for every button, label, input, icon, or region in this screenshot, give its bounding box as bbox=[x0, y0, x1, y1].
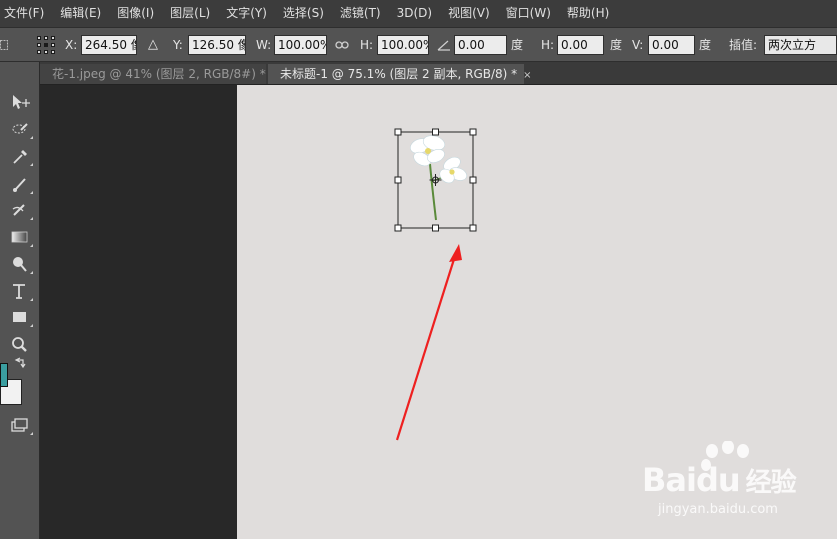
height-field[interactable]: 100.00% bbox=[377, 35, 429, 55]
screen-mode-tool-icon[interactable] bbox=[9, 415, 33, 435]
quick-selection-tool-icon[interactable] bbox=[9, 119, 33, 139]
tools-panel bbox=[0, 62, 40, 539]
x-label: X: bbox=[65, 37, 78, 52]
flower-stem bbox=[429, 163, 437, 221]
menu-3d[interactable]: 3D(D) bbox=[389, 0, 440, 27]
y-label: Y: bbox=[173, 37, 183, 52]
foreground-color-swatch[interactable] bbox=[0, 363, 8, 387]
rectangle-tool-icon[interactable] bbox=[9, 307, 33, 327]
link-icon[interactable] bbox=[335, 28, 349, 61]
interpolation-label: 插值: bbox=[729, 38, 758, 52]
brush-tool-icon[interactable] bbox=[9, 174, 33, 194]
delta-icon[interactable]: △ bbox=[148, 28, 158, 61]
menu-help[interactable]: 帮助(H) bbox=[559, 0, 617, 27]
dodge-tool-icon[interactable] bbox=[9, 254, 33, 274]
x-field[interactable]: 264.50 像素 bbox=[81, 35, 137, 55]
menu-edit[interactable]: 编辑(E) bbox=[52, 0, 109, 27]
hskew-label: H: bbox=[541, 37, 555, 52]
hskew-field[interactable]: 0.00 bbox=[557, 35, 604, 55]
gradient-tool-icon[interactable] bbox=[9, 227, 33, 247]
angle-field[interactable]: 0.00 bbox=[454, 35, 507, 55]
menu-view[interactable]: 视图(V) bbox=[440, 0, 498, 27]
zoom-tool-icon[interactable] bbox=[9, 335, 31, 355]
baidu-watermark: Baidu 经验 jingyan.baidu.com bbox=[642, 441, 832, 523]
tool-preset-icon[interactable] bbox=[0, 28, 10, 61]
interpolation-select[interactable]: 两次立方 bbox=[764, 35, 837, 55]
tab-untitled-1[interactable]: 未标题-1 @ 75.1% (图层 2 副本, RGB/8) * × bbox=[268, 64, 532, 84]
y-field[interactable]: 126.50 像素 bbox=[188, 35, 246, 55]
watermark-brand-right: du bbox=[695, 461, 741, 499]
vskew-label: V: bbox=[632, 37, 644, 52]
menu-select[interactable]: 选择(S) bbox=[275, 0, 332, 27]
menu-type[interactable]: 文字(Y) bbox=[218, 0, 275, 27]
angle-unit: 度 bbox=[511, 38, 524, 52]
angle-icon bbox=[437, 28, 451, 61]
swap-colors-icon[interactable] bbox=[9, 356, 31, 370]
close-icon[interactable]: × bbox=[523, 70, 531, 81]
vskew-field[interactable]: 0.00 bbox=[648, 35, 695, 55]
vskew-unit: 度 bbox=[699, 38, 712, 52]
document-canvas[interactable]: Baidu 经验 jingyan.baidu.com bbox=[237, 85, 837, 539]
reference-point-icon[interactable] bbox=[36, 28, 56, 61]
tab-flower-jpeg[interactable]: 花-1.jpeg @ 41% (图层 2, RGB/8#) *× bbox=[40, 64, 280, 84]
options-bar: X: 264.50 像素 △ Y: 126.50 像素 W: 100.00% H… bbox=[0, 27, 837, 62]
transformed-flower-layer[interactable] bbox=[392, 126, 482, 234]
tab-label: 花-1.jpeg @ 41% (图层 2, RGB/8#) * bbox=[52, 67, 266, 81]
width-field[interactable]: 100.00% bbox=[274, 35, 327, 55]
watermark-brand-cn: 经验 bbox=[745, 468, 797, 498]
menu-bar: 文件(F) 编辑(E) 图像(I) 图层(L) 文字(Y) 选择(S) 滤镜(T… bbox=[0, 0, 837, 27]
tab-label: 未标题-1 @ 75.1% (图层 2 副本, RGB/8) * bbox=[280, 67, 518, 81]
menu-file[interactable]: 文件(F) bbox=[0, 0, 52, 27]
document-tabs: 花-1.jpeg @ 41% (图层 2, RGB/8#) *× 未标题-1 @… bbox=[40, 62, 837, 85]
history-brush-tool-icon[interactable] bbox=[9, 200, 33, 220]
menu-filter[interactable]: 滤镜(T) bbox=[332, 0, 389, 27]
move-tool-icon[interactable] bbox=[9, 92, 31, 112]
watermark-brand-left: Bai bbox=[642, 461, 697, 499]
menu-window[interactable]: 窗口(W) bbox=[498, 0, 559, 27]
type-tool-icon[interactable] bbox=[9, 281, 33, 301]
menu-image[interactable]: 图像(I) bbox=[109, 0, 162, 27]
eyedropper-tool-icon[interactable] bbox=[9, 146, 33, 166]
watermark-url: jingyan.baidu.com bbox=[658, 502, 778, 517]
hskew-unit: 度 bbox=[610, 38, 623, 52]
h-label: H: bbox=[360, 37, 374, 52]
menu-layer[interactable]: 图层(L) bbox=[162, 0, 218, 27]
w-label: W: bbox=[256, 37, 272, 52]
